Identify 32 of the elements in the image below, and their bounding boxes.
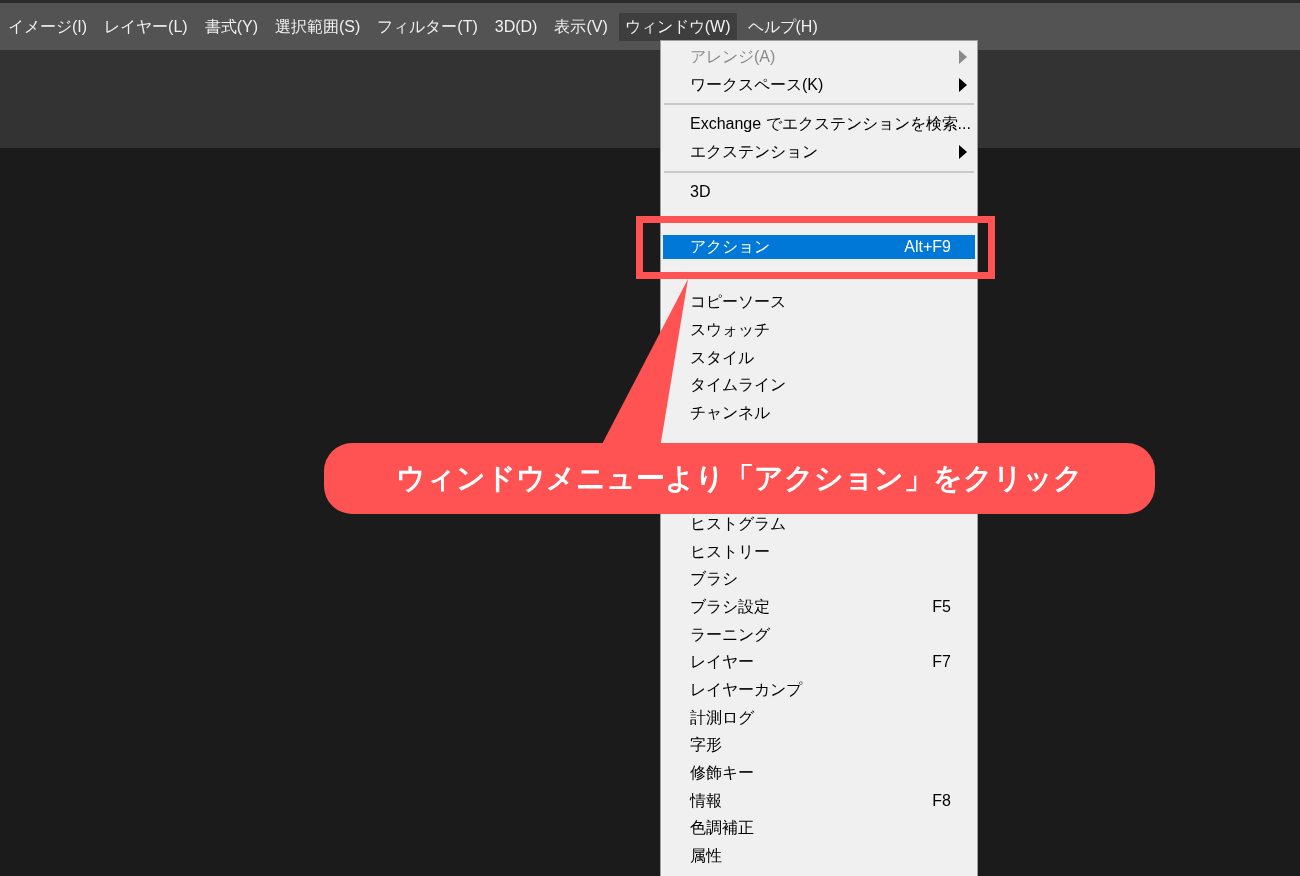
menu-bar-item[interactable]: フィルター(T) [371, 12, 484, 41]
menu-item[interactable]: ブラシ [663, 567, 975, 592]
menu-item[interactable]: ワークスペース(K) [663, 72, 975, 97]
menu-item[interactable]: チャンネル [663, 401, 975, 426]
menu-item[interactable]: レイヤー F7 [663, 650, 975, 675]
submenu-arrow-icon [959, 49, 967, 64]
menu-item[interactable]: レイヤーカンプ [663, 677, 975, 702]
menu-bar-item[interactable]: 選択範囲(S) [269, 12, 367, 41]
submenu-arrow-icon [959, 144, 967, 159]
menu-bar-item[interactable]: ヘルプ(H) [741, 12, 824, 41]
menu-item[interactable]: アクション Alt+F9 [663, 234, 975, 259]
menu-bar-item[interactable]: イメージ(I) [2, 12, 94, 41]
menu-item[interactable]: ブラシ設定 F5 [663, 594, 975, 619]
menu-bar-item[interactable]: 3D(D) [488, 12, 544, 41]
menu-item[interactable]: エクステンション [663, 139, 975, 164]
menu-item[interactable]: 計測ログ [663, 705, 975, 730]
menu-bar-item[interactable]: 表示(V) [548, 12, 614, 41]
menu-bar-item[interactable]: 書式(Y) [198, 12, 264, 41]
menu-item[interactable]: ヒストリー [663, 539, 975, 564]
menu-item[interactable]: Exchange でエクステンションを検索... [663, 112, 975, 137]
menu-item[interactable]: 色調補正 [663, 816, 975, 841]
menu-item[interactable]: 属性 [663, 844, 975, 869]
menu-bar-item[interactable]: ウィンドウ(W) [618, 12, 737, 41]
menu-bar-item[interactable]: レイヤー(L) [98, 12, 194, 41]
menu-item[interactable]: ラーニング [663, 622, 975, 647]
menu-item[interactable]: 3D [663, 179, 975, 204]
submenu-arrow-icon [959, 77, 967, 92]
menu-item[interactable]: コピーソース [663, 290, 975, 315]
menu-item[interactable]: 情報 F8 [663, 788, 975, 813]
menu-item[interactable]: ヒストグラム [663, 511, 975, 536]
menu-item[interactable]: 修飾キー [663, 761, 975, 786]
menu-item[interactable]: 字形 [663, 733, 975, 758]
